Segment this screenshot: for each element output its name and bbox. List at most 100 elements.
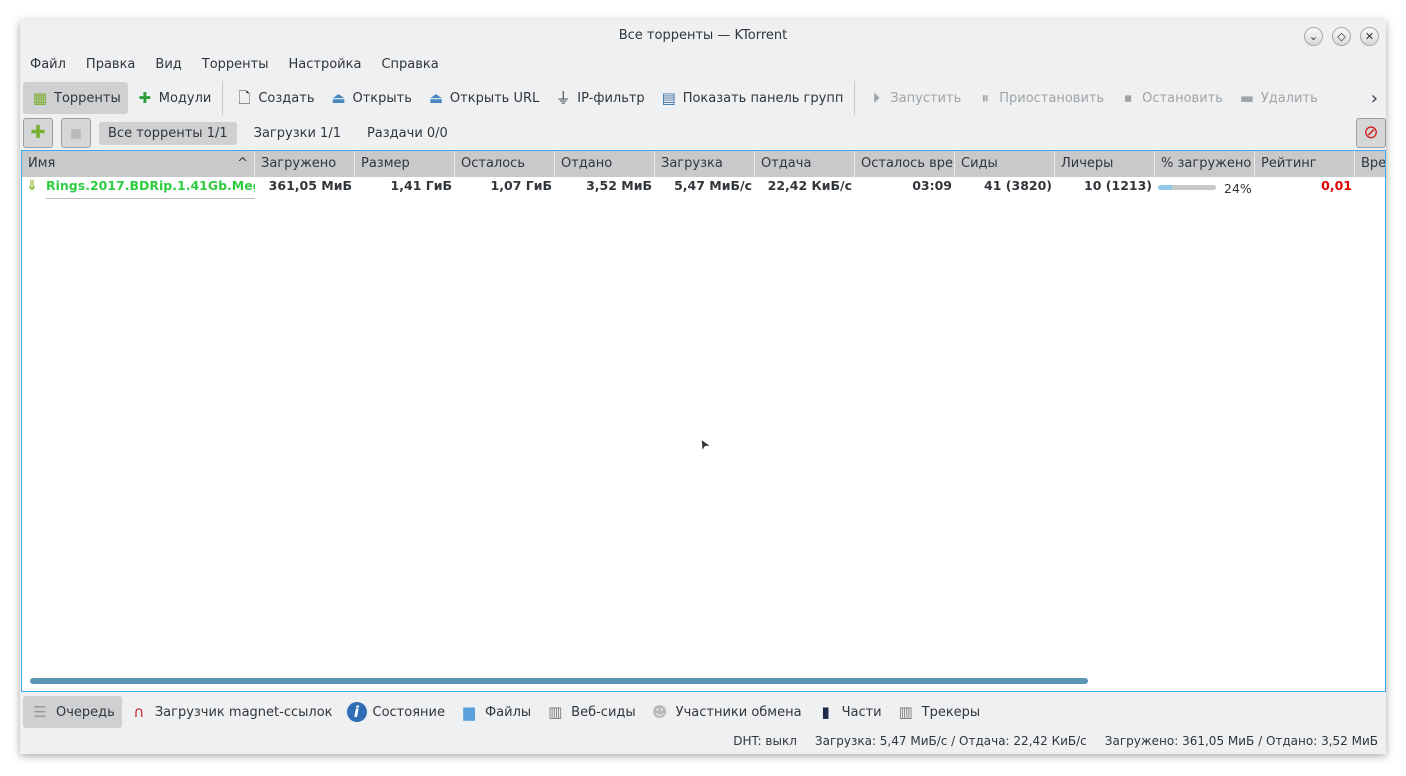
label: Открыть — [352, 90, 412, 106]
info-icon: i — [346, 702, 367, 722]
uploaded: 3,52 МиБ — [586, 178, 652, 193]
label: Имя — [28, 156, 56, 171]
menu-view[interactable]: Вид — [145, 54, 191, 76]
stop-button[interactable]: ⏹ Остановить — [1111, 82, 1230, 114]
trackers-icon: ▥ — [898, 703, 913, 721]
label: Создать — [258, 90, 315, 106]
tab-chunks[interactable]: ▮ Части — [809, 696, 889, 728]
modules-button[interactable]: ✚ Модули — [128, 82, 219, 114]
column-ratio[interactable]: Рейтинг — [1255, 151, 1355, 177]
remove-button[interactable]: ▬ Удалить — [1230, 82, 1325, 114]
label: Файлы — [484, 704, 532, 720]
tab-status[interactable]: i Состояние — [340, 696, 452, 728]
table-row[interactable]: ⇓ Rings.2017.BDRip.1.41Gb.Mega... 361,05… — [22, 177, 1385, 199]
column-time[interactable]: Вре — [1355, 151, 1385, 177]
label: Открыть URL — [449, 90, 540, 106]
column-name[interactable]: Имя ^ — [22, 151, 255, 177]
tab-files[interactable]: ▆ Файлы — [452, 696, 538, 728]
label: Участники обмена — [675, 704, 802, 720]
up-speed: 22,42 КиБ/с — [767, 178, 852, 193]
column-up-speed[interactable]: Отдача — [755, 151, 855, 177]
column-leechers[interactable]: Личеры — [1055, 151, 1155, 177]
column-seeds[interactable]: Сиды — [955, 151, 1055, 177]
group-bar: ✚ ▩ Все торренты 1/1 Загрузки 1/1 Раздач… — [23, 118, 1386, 148]
peers-icon: ☻ — [651, 703, 668, 721]
start-button[interactable]: ⏵ Запустить — [859, 82, 968, 114]
column-eta[interactable]: Осталось врем — [855, 151, 955, 177]
maximize-button[interactable]: ◇ — [1332, 27, 1351, 46]
column-left[interactable]: Осталось — [455, 151, 555, 177]
label: Модули — [158, 90, 212, 106]
menu-help[interactable]: Справка — [371, 54, 448, 76]
tab-downloads[interactable]: Загрузки 1/1 — [245, 122, 350, 145]
menu-bar: Файл Правка Вид Торренты Настройка Справ… — [20, 54, 449, 76]
open-url-icon: ⏏ — [428, 89, 443, 107]
progress-fill — [1158, 185, 1172, 190]
tab-uploads[interactable]: Раздачи 0/0 — [358, 122, 457, 145]
sort-ascending-icon: ^ — [237, 156, 248, 171]
remove-group-button[interactable]: ▩ — [61, 118, 91, 148]
create-button[interactable]: 🗋 Создать — [227, 82, 321, 114]
ip-filter-button[interactable]: ⏚ IP-фильтр — [546, 82, 651, 114]
stop-icon: ⏹ — [1124, 89, 1132, 107]
minimize-button[interactable]: ⌄ — [1304, 27, 1323, 46]
label: Загрузчик magnet-ссылок — [154, 704, 333, 720]
size: 1,41 ГиБ — [390, 178, 452, 193]
column-downloaded[interactable]: Загружено — [255, 151, 355, 177]
percent-label: 24% — [1224, 181, 1252, 196]
column-down-speed[interactable]: Загрузка — [655, 151, 755, 177]
main-toolbar: ▦ Торренты ✚ Модули 🗋 Создать ⏏ Открыть ⏏ Отк… — [23, 81, 1386, 115]
pause-button[interactable]: ⏸ Приостановить — [968, 82, 1111, 114]
overflow-chevron-icon[interactable]: › — [1371, 88, 1378, 109]
open-url-button[interactable]: ⏏ Открыть URL — [419, 82, 546, 114]
show-groups-button[interactable]: ▤ Показать панель групп — [652, 82, 851, 114]
chunks-icon: ▮ — [821, 703, 830, 721]
torrents-button[interactable]: ▦ Торренты — [23, 82, 128, 114]
ktorrent-window: Все торренты — KTorrent ⌄ ◇ ✕ Файл Правк… — [20, 20, 1386, 754]
download-arrow-icon: ⇓ — [26, 178, 38, 194]
column-percent[interactable]: % загружено — [1155, 151, 1255, 177]
torrent-name: Rings.2017.BDRip.1.41Gb.Mega... — [46, 177, 255, 199]
filter-icon: ⏚ — [555, 89, 571, 107]
status-bar: DHT: выкл Загрузка: 5,47 МиБ/с / Отдача:… — [733, 734, 1378, 748]
tab-trackers[interactable]: ▥ Трекеры — [889, 696, 988, 728]
menu-settings[interactable]: Настройка — [279, 54, 372, 76]
horizontal-scrollbar[interactable] — [30, 678, 1088, 684]
pause-icon: ⏸ — [981, 89, 989, 107]
label: Торренты — [54, 90, 121, 106]
label: Запустить — [890, 90, 962, 106]
close-tab-button[interactable]: ⊘ — [1356, 118, 1386, 148]
puzzle-icon: ✚ — [138, 89, 152, 107]
tab-magnet[interactable]: ∩ Загрузчик magnet-ссылок — [122, 696, 340, 728]
tab-queue[interactable]: ☰ Очередь — [23, 696, 122, 728]
label: Состояние — [372, 704, 445, 720]
open-button[interactable]: ⏏ Открыть — [321, 82, 418, 114]
panel-icon: ▤ — [661, 89, 676, 107]
downloaded: 361,05 МиБ — [268, 178, 352, 193]
add-group-button[interactable]: ✚ — [23, 118, 53, 148]
label: Показать панель групп — [682, 90, 844, 106]
menu-edit[interactable]: Правка — [76, 54, 145, 76]
close-button[interactable]: ✕ — [1360, 27, 1379, 46]
column-uploaded[interactable]: Отдано — [555, 151, 655, 177]
column-size[interactable]: Размер — [355, 151, 455, 177]
tab-peers[interactable]: ☻ Участники обмена — [643, 696, 809, 728]
play-icon: ⏵ — [872, 89, 881, 107]
label: Очередь — [56, 704, 115, 720]
label: Остановить — [1142, 90, 1223, 106]
separator — [854, 81, 856, 115]
tab-webseeds[interactable]: ▥ Веб-сиды — [538, 696, 642, 728]
dht-status: DHT: выкл — [733, 734, 797, 748]
label: Трекеры — [921, 704, 981, 720]
seeds: 41 (3820) — [984, 178, 1052, 193]
menu-file[interactable]: Файл — [20, 54, 76, 76]
tab-all-torrents[interactable]: Все торренты 1/1 — [99, 121, 237, 145]
eta: 03:09 — [912, 178, 952, 193]
menu-torrents[interactable]: Торренты — [192, 54, 279, 76]
open-icon: ⏏ — [331, 89, 346, 107]
folder-icon: ▆ — [463, 703, 475, 721]
table-header: Имя ^ Загружено Размер Осталось Отдано За… — [22, 151, 1385, 177]
leechers: 10 (1213) — [1084, 178, 1152, 193]
label: Приостановить — [999, 90, 1105, 106]
label: Удалить — [1260, 90, 1318, 106]
